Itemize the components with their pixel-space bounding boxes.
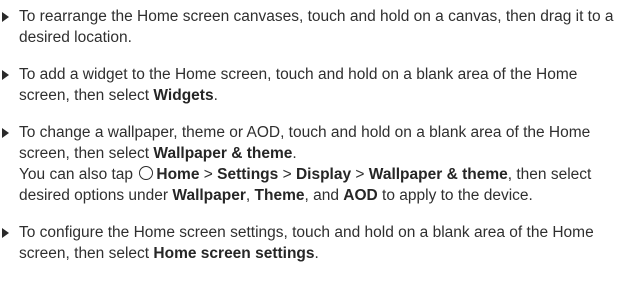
option-wallpaper: Wallpaper (172, 187, 246, 204)
bullet-icon (2, 228, 9, 238)
item-line-1: To change a wallpaper, theme or AOD, tou… (19, 122, 624, 164)
item-text-content: To rearrange the Home screen canvases, t… (19, 8, 614, 46)
bullet-icon (2, 12, 9, 22)
wallpaper-theme-term: Wallpaper & theme (153, 145, 293, 162)
item-text: To change a wallpaper, theme or AOD, tou… (19, 122, 624, 206)
list-item-rearrange-canvases: To rearrange the Home screen canvases, t… (0, 6, 624, 48)
options-separator: , and (304, 187, 344, 204)
item-text-before: To change a wallpaper, theme or AOD, tou… (19, 124, 591, 162)
bullet-icon (2, 128, 9, 138)
widgets-term: Widgets (153, 87, 214, 104)
item-text-after: . (314, 245, 319, 262)
home-circle-icon (139, 166, 154, 180)
path-separator: > (351, 166, 369, 183)
path-wallpaper-theme: Wallpaper & theme (368, 166, 508, 183)
bullet-icon (2, 70, 9, 80)
list-item-configure-settings: To configure the Home screen settings, t… (0, 222, 624, 264)
instruction-list: To rearrange the Home screen canvases, t… (0, 0, 632, 297)
item-line-2: You can also tap Home > Settings > Displ… (19, 164, 624, 206)
path-display: Display (295, 166, 352, 183)
item-text: To configure the Home screen settings, t… (19, 222, 624, 264)
also-tap-text: You can also tap (19, 166, 134, 183)
item-text-after: to apply to the device. (377, 187, 533, 204)
item-text: To add a widget to the Home screen, touc… (19, 64, 624, 106)
list-item-change-wallpaper: To change a wallpaper, theme or AOD, tou… (0, 122, 624, 206)
item-text-before: To add a widget to the Home screen, touc… (19, 66, 578, 104)
list-item-add-widget: To add a widget to the Home screen, touc… (0, 64, 624, 106)
path-separator: > (278, 166, 296, 183)
item-text-after: . (213, 87, 218, 104)
item-text-after: . (292, 145, 297, 162)
path-separator: > (199, 166, 218, 183)
options-separator: , (245, 187, 255, 204)
option-theme: Theme (254, 187, 305, 204)
home-screen-settings-term: Home screen settings (153, 245, 315, 262)
path-home: Home (156, 166, 200, 183)
item-text: To rearrange the Home screen canvases, t… (19, 6, 624, 48)
path-settings: Settings (217, 166, 279, 183)
option-aod: AOD (343, 187, 378, 204)
